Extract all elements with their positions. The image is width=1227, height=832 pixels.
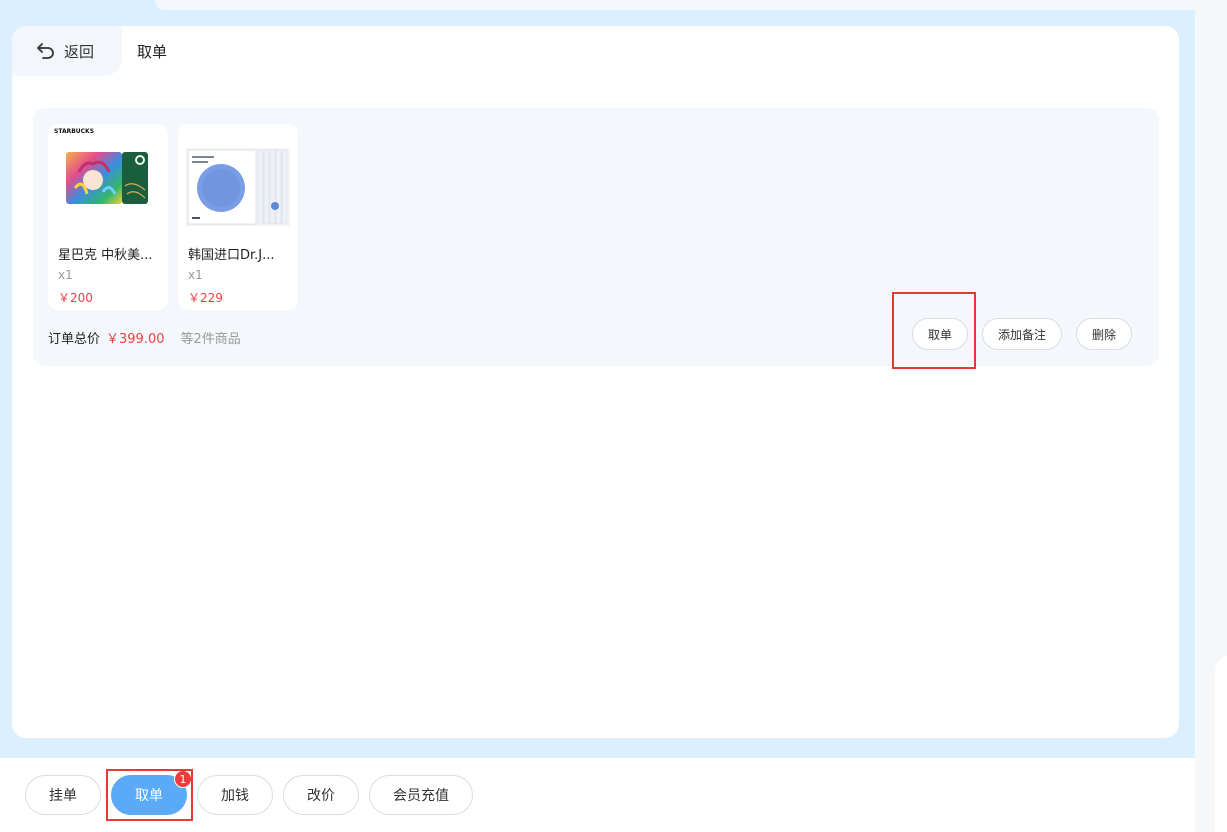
product-name: 星巴克 中秋美... xyxy=(58,248,153,263)
brand-text: STARBUCKS xyxy=(54,128,94,135)
hold-order-button[interactable]: 挂单 xyxy=(25,775,101,815)
main-panel: 返回 取单 STARBUCKS 星巴克 中秋美... x1 ￥200 韩国进口D… xyxy=(12,26,1179,738)
top-strip xyxy=(155,0,1195,10)
member-recharge-button[interactable]: 会员充值 xyxy=(369,775,473,815)
retrieve-order-label: 取单 xyxy=(135,788,163,804)
retrieve-order-button[interactable]: 取单 1 xyxy=(111,770,192,815)
pending-count-badge: 1 xyxy=(174,770,192,788)
order-item-count: 等2件商品 xyxy=(180,332,241,347)
back-arrow-icon xyxy=(37,43,54,59)
product-qty: x1 xyxy=(188,268,203,282)
right-edge-panel xyxy=(1195,0,1227,832)
back-button[interactable]: 返回 xyxy=(12,26,122,76)
order-total-value: ￥399.00 xyxy=(106,332,165,347)
product-price: ￥229 xyxy=(188,291,223,305)
bottom-action-bar: 挂单 取单 1 加钱 改价 会员充值 xyxy=(0,758,1195,832)
mask-product-image xyxy=(186,148,290,226)
order-total-row: 订单总价 ￥399.00 等2件商品 xyxy=(48,328,241,347)
change-price-button[interactable]: 改价 xyxy=(283,775,359,815)
product-qty: x1 xyxy=(58,268,73,282)
back-label: 返回 xyxy=(64,42,95,61)
product-name: 韩国进口Dr.J... xyxy=(188,248,275,263)
right-edge-notch xyxy=(1215,655,1227,832)
take-order-button[interactable]: 取单 xyxy=(912,318,968,350)
order-total-label: 订单总价 xyxy=(48,332,101,347)
add-note-button[interactable]: 添加备注 xyxy=(982,318,1062,350)
product-card[interactable]: STARBUCKS 星巴克 中秋美... x1 ￥200 xyxy=(48,124,168,310)
gift-card-image: STARBUCKS xyxy=(54,128,148,204)
product-card[interactable]: 韩国进口Dr.J... x1 ￥229 xyxy=(178,124,298,310)
delete-order-button[interactable]: 删除 xyxy=(1076,318,1132,350)
add-money-button[interactable]: 加钱 xyxy=(197,775,273,815)
order-card: STARBUCKS 星巴克 中秋美... x1 ￥200 韩国进口Dr.J...… xyxy=(33,108,1159,366)
product-price: ￥200 xyxy=(58,291,93,305)
page-title: 取单 xyxy=(137,43,168,61)
